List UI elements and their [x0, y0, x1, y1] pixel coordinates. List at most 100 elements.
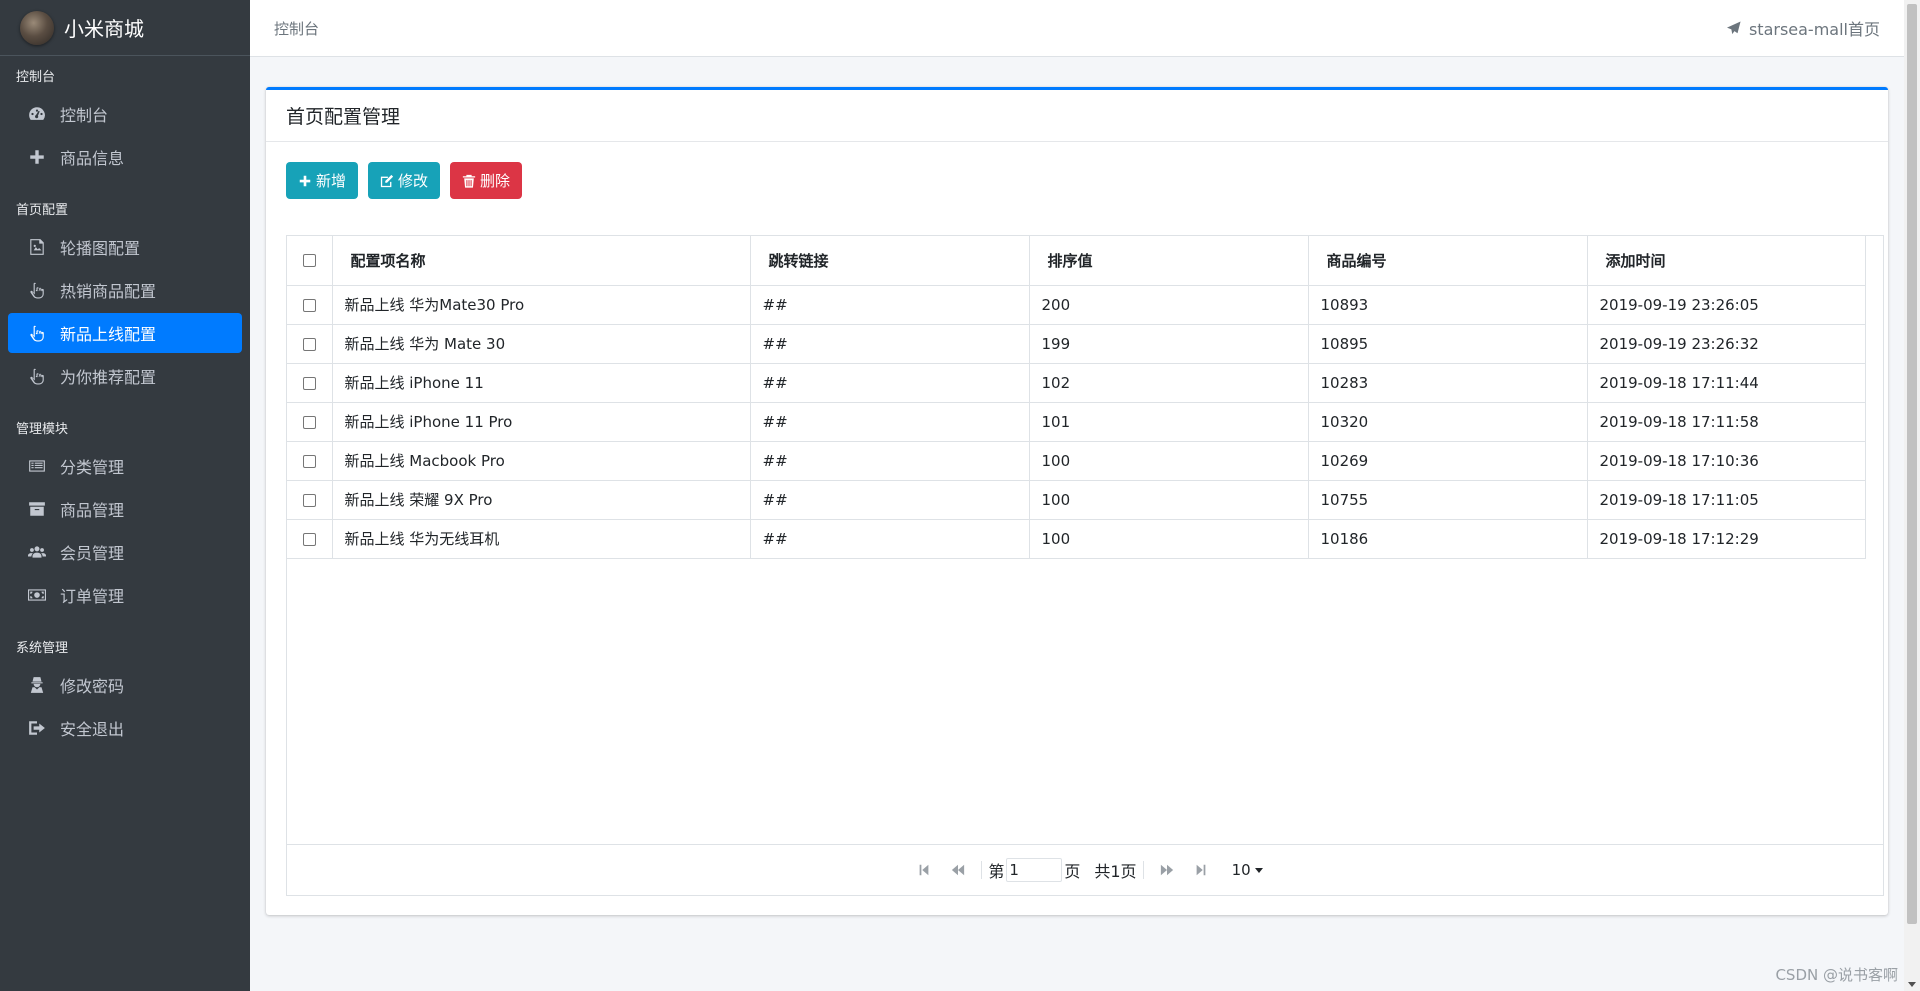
- config-card: 首页配置管理 新增 修改 删除 配置项名称 跳转链接 排序值 商品编号 添加时间…: [266, 87, 1888, 915]
- cell-created: 2019-09-19 23:26:05: [1587, 285, 1866, 325]
- column-header[interactable]: 商品编号: [1308, 236, 1588, 286]
- delete-button-label: 删除: [480, 173, 511, 190]
- users-icon: [26, 542, 48, 562]
- sidebar-item-label: 订单管理: [60, 587, 125, 606]
- table-row[interactable]: 新品上线 华为无线耳机 ## 100 10186 2019-09-18 17:1…: [287, 519, 1866, 559]
- home-link-label: starsea-mall首页: [1748, 20, 1880, 39]
- sidebar-item-label: 安全退出: [60, 720, 125, 739]
- cell-rank: 100: [1029, 480, 1309, 520]
- row-checkbox-cell: [287, 402, 333, 442]
- sidebar-item-orders[interactable]: 订单管理: [8, 575, 242, 615]
- breadcrumb[interactable]: 控制台: [274, 18, 319, 39]
- cell-link: ##: [750, 324, 1030, 364]
- sidebar-item-hot-goods[interactable]: 热销商品配置: [8, 270, 242, 310]
- edit-button-label: 修改: [398, 173, 429, 190]
- table-row[interactable]: 新品上线 iPhone 11 Pro ## 101 10320 2019-09-…: [287, 402, 1866, 442]
- cell-link: ##: [750, 441, 1030, 481]
- column-header[interactable]: 排序值: [1029, 236, 1309, 286]
- cell-goods-id: 10755: [1308, 480, 1588, 520]
- row-checkbox-cell: [287, 363, 333, 403]
- cell-name: 新品上线 华为Mate30 Pro: [332, 285, 751, 325]
- scroll-down-arrow-icon[interactable]: [1908, 982, 1916, 987]
- sidebar-item-label: 商品信息: [60, 149, 125, 168]
- image-icon: [26, 237, 48, 257]
- table-row[interactable]: 新品上线 iPhone 11 ## 102 10283 2019-09-18 1…: [287, 363, 1866, 403]
- column-header[interactable]: 配置项名称: [332, 236, 751, 286]
- cell-name: 新品上线 Macbook Pro: [332, 441, 751, 481]
- select-all-checkbox[interactable]: [302, 254, 316, 268]
- row-checkbox-cell: [287, 441, 333, 481]
- page-prefix: 第: [988, 862, 1005, 881]
- page-scrollbar[interactable]: [1904, 0, 1920, 991]
- cell-rank: 100: [1029, 441, 1309, 481]
- toolbar: 新增 修改 删除: [286, 162, 523, 199]
- edit-button[interactable]: 修改: [368, 162, 441, 199]
- row-checkbox[interactable]: [302, 493, 316, 507]
- page-number-input[interactable]: 1: [1006, 858, 1063, 882]
- sidebar-item-goods[interactable]: 商品管理: [8, 489, 242, 529]
- prev-page-icon[interactable]: [951, 863, 965, 877]
- table-row[interactable]: 新品上线 Macbook Pro ## 100 10269 2019-09-18…: [287, 441, 1866, 481]
- sidebar-item-logout[interactable]: 安全退出: [8, 708, 242, 748]
- sidebar-item-dashboard[interactable]: 控制台: [8, 94, 242, 134]
- sidebar-item-new-goods[interactable]: 新品上线配置: [8, 313, 242, 353]
- plus-icon: [26, 147, 48, 167]
- scrollbar-thumb[interactable]: [1907, 4, 1917, 924]
- row-checkbox-cell: [287, 285, 333, 325]
- row-checkbox[interactable]: [302, 532, 316, 546]
- cell-created: 2019-09-18 17:11:44: [1587, 363, 1866, 403]
- page-size-select[interactable]: 10: [1232, 861, 1263, 879]
- nav-header-home-config: 首页配置: [16, 203, 69, 218]
- sidebar-item-label: 分类管理: [60, 458, 125, 477]
- nav-header-console: 控制台: [16, 70, 56, 85]
- cell-rank: 100: [1029, 519, 1309, 559]
- sidebar-item-category[interactable]: 分类管理: [8, 446, 242, 486]
- cell-link: ##: [750, 519, 1030, 559]
- hand-pointer-icon: [26, 280, 48, 300]
- hand-pointer-icon: [26, 366, 48, 386]
- row-checkbox[interactable]: [302, 376, 316, 390]
- row-checkbox[interactable]: [302, 298, 316, 312]
- brand[interactable]: 小米商城: [0, 0, 250, 56]
- table-row[interactable]: 新品上线 华为 Mate 30 ## 199 10895 2019-09-19 …: [287, 324, 1866, 364]
- first-page-icon[interactable]: [917, 863, 931, 877]
- sidebar-item-label: 轮播图配置: [60, 239, 141, 258]
- page-size-value: 10: [1231, 861, 1251, 879]
- card-title: 首页配置管理: [266, 90, 1888, 142]
- page-total: 共1页: [1094, 862, 1137, 881]
- brand-title: 小米商城: [64, 17, 144, 41]
- sidebar-item-recommend[interactable]: 为你推荐配置: [8, 356, 242, 396]
- sidebar-item-label: 为你推荐配置: [60, 368, 157, 387]
- sidebar-item-change-password[interactable]: 修改密码: [8, 665, 242, 705]
- cell-goods-id: 10895: [1308, 324, 1588, 364]
- cell-name: 新品上线 iPhone 11 Pro: [332, 402, 751, 442]
- row-checkbox[interactable]: [302, 454, 316, 468]
- sidebar-item-members[interactable]: 会员管理: [8, 532, 242, 572]
- table-row[interactable]: 新品上线 华为Mate30 Pro ## 200 10893 2019-09-1…: [287, 285, 1866, 325]
- sidebar-item-label: 会员管理: [60, 544, 125, 563]
- sidebar-item-carousel[interactable]: 轮播图配置: [8, 227, 242, 267]
- pagination: 第 1 页 共1页 10: [287, 844, 1883, 895]
- cell-created: 2019-09-18 17:11:58: [1587, 402, 1866, 442]
- cell-rank: 200: [1029, 285, 1309, 325]
- hand-pointer-icon: [26, 323, 48, 343]
- cell-rank: 101: [1029, 402, 1309, 442]
- last-page-icon[interactable]: [1194, 863, 1208, 877]
- sidebar-item-product-info[interactable]: 商品信息: [8, 137, 242, 177]
- nav-header-system: 系统管理: [16, 641, 69, 656]
- home-link[interactable]: starsea-mall首页: [1726, 16, 1880, 40]
- sign-out-icon: [26, 718, 48, 738]
- row-checkbox[interactable]: [302, 415, 316, 429]
- table-row[interactable]: 新品上线 荣耀 9X Pro ## 100 10755 2019-09-18 1…: [287, 480, 1866, 520]
- sidebar-item-label: 商品管理: [60, 501, 125, 520]
- edit-icon: [380, 174, 394, 187]
- next-page-icon[interactable]: [1160, 863, 1174, 877]
- cell-name: 新品上线 华为无线耳机: [332, 519, 751, 559]
- column-header[interactable]: 跳转链接: [750, 236, 1030, 286]
- cell-goods-id: 10320: [1308, 402, 1588, 442]
- add-button[interactable]: 新增: [286, 162, 359, 199]
- row-checkbox[interactable]: [302, 337, 316, 351]
- sidebar-item-label: 热销商品配置: [60, 282, 157, 301]
- delete-button[interactable]: 删除: [450, 162, 523, 199]
- column-header[interactable]: 添加时间: [1587, 236, 1866, 286]
